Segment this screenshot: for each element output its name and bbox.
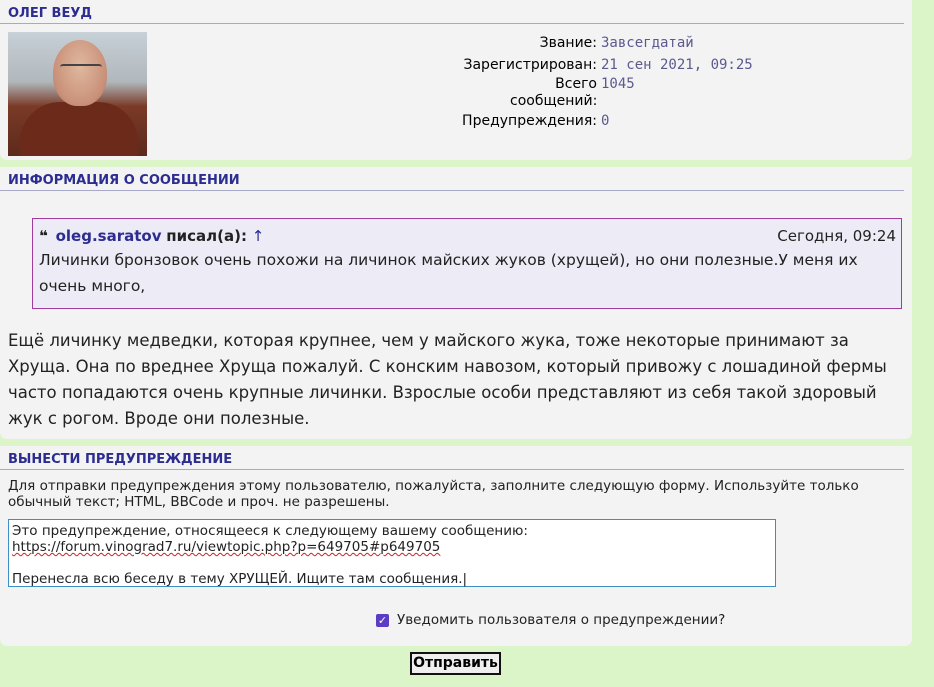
user-avatar	[8, 32, 147, 156]
warn-description: Для отправки предупреждения этому пользо…	[8, 478, 859, 510]
submit-button[interactable]: Отправить	[410, 652, 501, 675]
quote-icon: ❝	[39, 227, 48, 245]
quote-header: ❝ oleg.saratov писал(а): ↑ Сегодня, 09:2…	[39, 225, 896, 247]
username-heading[interactable]: ОЛЕГ ВЕУД	[0, 0, 904, 24]
warn-message-textarea[interactable]: Это предупреждение, относящееся к следую…	[8, 519, 776, 587]
profile-fields: Звание: Завсегдатай Зарегистрирован: 21 …	[420, 32, 820, 132]
warnings-row: Предупреждения: 0	[420, 110, 820, 132]
registered-row: Зарегистрирован: 21 сен 2021, 09:25	[420, 54, 820, 76]
posts-row: Всего сообщений: 1045	[420, 76, 820, 110]
posts-value[interactable]: 1045	[597, 76, 635, 110]
quote-source-arrow-icon[interactable]: ↑	[252, 227, 265, 245]
registered-label: Зарегистрирован:	[463, 57, 598, 73]
warnings-label: Предупреждения:	[462, 113, 597, 129]
posts-label: Всего сообщений:	[510, 76, 598, 109]
warn-heading: ВЫНЕСТИ ПРЕДУПРЕЖДЕНИЕ	[0, 446, 904, 470]
quote-wrote-label: писал(а):	[166, 227, 247, 245]
user-profile-panel: ОЛЕГ ВЕУД Звание: Завсегдатай Зарегистри…	[0, 0, 912, 160]
warn-panel: ВЫНЕСТИ ПРЕДУПРЕЖДЕНИЕ Для отправки пред…	[0, 446, 912, 646]
notify-label: Уведомить пользователя о предупреждении?	[397, 612, 726, 628]
warnings-value: 0	[601, 113, 610, 129]
notify-checkbox[interactable]: ✓	[376, 613, 389, 627]
quote-text: Личинки бронзовок очень похожи на личино…	[39, 251, 858, 295]
quote-time: Сегодня, 09:24	[777, 227, 896, 245]
rank-label: Звание:	[539, 35, 597, 51]
textarea-line-3: Перенесла всю беседу в тему ХРУЩЕЙ. Ищит…	[12, 571, 463, 587]
quote-block: ❝ oleg.saratov писал(а): ↑ Сегодня, 09:2…	[32, 218, 902, 309]
quote-author-link[interactable]: oleg.saratov	[56, 227, 162, 245]
registered-value: 21 сен 2021, 09:25	[601, 57, 753, 73]
textarea-post-link: https://forum.vinograd7.ru/viewtopic.php…	[12, 539, 441, 555]
post-body: Ещё личинку медведки, которая крупнее, ч…	[8, 331, 887, 428]
notify-option[interactable]: ✓ Уведомить пользователя о предупреждени…	[376, 612, 725, 628]
rank-row: Звание: Завсегдатай	[420, 32, 820, 54]
post-info-panel: ИНФОРМАЦИЯ О СООБЩЕНИИ ❝ oleg.saratov пи…	[0, 167, 912, 439]
rank-value: Завсегдатай	[601, 35, 694, 51]
textarea-line-1: Это предупреждение, относящееся к следую…	[12, 523, 528, 539]
post-info-heading: ИНФОРМАЦИЯ О СООБЩЕНИИ	[0, 167, 904, 191]
